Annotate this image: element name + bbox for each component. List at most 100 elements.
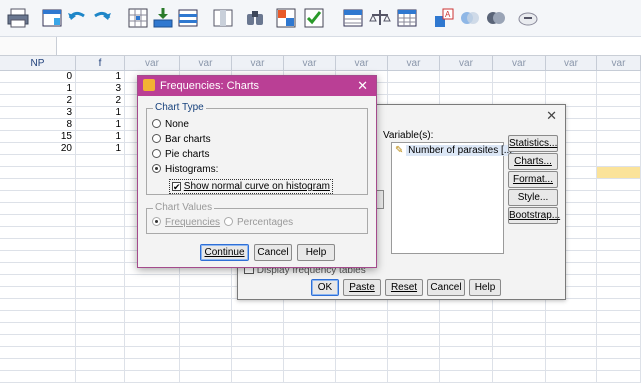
close-icon[interactable]: ✕	[357, 78, 368, 94]
grid-cell[interactable]	[76, 299, 125, 311]
split-file-icon[interactable]	[211, 6, 235, 30]
grid-cell[interactable]	[125, 371, 180, 383]
value-labels-icon[interactable]	[341, 6, 365, 30]
grid-cell[interactable]	[180, 299, 232, 311]
grid-cell[interactable]	[0, 371, 76, 383]
grid-cell[interactable]	[76, 191, 125, 203]
column-header-var[interactable]: var	[232, 56, 284, 71]
show-all-variables-icon[interactable]	[458, 6, 482, 30]
grid-cell[interactable]	[180, 311, 232, 323]
grid-cell[interactable]	[388, 359, 440, 371]
grid-cell[interactable]	[493, 311, 546, 323]
grid-cell[interactable]	[0, 155, 76, 167]
grid-cell[interactable]	[0, 275, 76, 287]
grid-cell[interactable]	[232, 299, 284, 311]
grid-cell[interactable]	[493, 335, 546, 347]
grid-cell[interactable]	[493, 71, 546, 83]
grid-cell[interactable]	[0, 287, 76, 299]
grid-cell[interactable]	[284, 311, 336, 323]
grid-cell[interactable]	[388, 71, 440, 83]
style-button[interactable]: Style...	[508, 189, 558, 206]
grid-cell[interactable]: 3	[0, 107, 76, 119]
insert-variable-icon[interactable]	[176, 6, 200, 30]
grid-cell[interactable]	[440, 323, 493, 335]
grid-cell[interactable]	[597, 335, 641, 347]
grid-cell[interactable]	[125, 347, 180, 359]
grid-cell[interactable]	[597, 287, 641, 299]
grid-cell[interactable]	[125, 275, 180, 287]
grid-cell[interactable]	[284, 371, 336, 383]
bootstrap-button[interactable]: Bootstrap...	[508, 207, 560, 224]
radio-pie-charts[interactable]: Pie charts	[152, 148, 209, 161]
grid-cell[interactable]: 1	[0, 83, 76, 95]
grid-cell[interactable]	[493, 347, 546, 359]
grid-cell[interactable]	[180, 347, 232, 359]
grid-cell[interactable]	[440, 347, 493, 359]
grid-cell[interactable]	[284, 335, 336, 347]
grid-cell[interactable]	[597, 371, 641, 383]
grid-cell[interactable]	[76, 155, 125, 167]
grid-cell[interactable]	[388, 323, 440, 335]
paste-button[interactable]: Paste	[343, 279, 381, 296]
grid-cell[interactable]	[388, 83, 440, 95]
grid-cell[interactable]	[336, 359, 388, 371]
grid-cell[interactable]	[76, 215, 125, 227]
grid-cell[interactable]	[493, 323, 546, 335]
grid-cell[interactable]: 1	[76, 71, 125, 83]
grid-cell[interactable]: 20	[0, 143, 76, 155]
grid-cell[interactable]: 0	[0, 71, 76, 83]
column-header-np[interactable]: NP	[0, 56, 76, 71]
grid-cell[interactable]	[76, 323, 125, 335]
grid-cell[interactable]	[440, 335, 493, 347]
grid-cell[interactable]	[336, 299, 388, 311]
grid-icon[interactable]	[395, 6, 419, 30]
grid-cell[interactable]	[546, 359, 597, 371]
grid-cell[interactable]	[388, 311, 440, 323]
grid-cell[interactable]	[597, 227, 641, 239]
grid-cell[interactable]	[440, 299, 493, 311]
grid-cell[interactable]	[0, 167, 76, 179]
grid-cell[interactable]	[76, 275, 125, 287]
grid-cell[interactable]: 3	[76, 83, 125, 95]
column-header-var[interactable]: var	[597, 56, 641, 71]
column-header-var[interactable]: var	[180, 56, 232, 71]
grid-cell[interactable]	[284, 323, 336, 335]
grid-cell[interactable]	[76, 287, 125, 299]
cancel-button[interactable]: Cancel	[254, 244, 292, 261]
grid-cell[interactable]	[388, 335, 440, 347]
charts-dialog-titlebar[interactable]: Frequencies: Charts ✕	[138, 76, 376, 96]
grid-cell[interactable]	[76, 239, 125, 251]
grid-cell[interactable]	[388, 371, 440, 383]
grid-cell[interactable]	[546, 323, 597, 335]
grid-cell[interactable]	[546, 371, 597, 383]
grid-cell[interactable]	[597, 95, 641, 107]
column-header-var[interactable]: var	[546, 56, 597, 71]
column-header-var[interactable]: var	[388, 56, 440, 71]
grid-cell[interactable]	[546, 299, 597, 311]
grid-cell[interactable]	[76, 311, 125, 323]
grid-cell[interactable]	[493, 359, 546, 371]
grid-cell[interactable]: 1	[76, 107, 125, 119]
grid-cell[interactable]	[336, 323, 388, 335]
grid-cell[interactable]	[76, 335, 125, 347]
grid-cell[interactable]	[76, 179, 125, 191]
cancel-button[interactable]: Cancel	[427, 279, 465, 296]
radio-none[interactable]: None	[152, 118, 189, 131]
grid-cell[interactable]	[597, 299, 641, 311]
grid-cell[interactable]	[597, 131, 641, 143]
grid-cell[interactable]	[0, 263, 76, 275]
continue-button[interactable]: Continue	[200, 244, 249, 261]
ok-button[interactable]: OK	[311, 279, 339, 296]
grid-cell[interactable]	[232, 311, 284, 323]
close-icon[interactable]: ✕	[546, 108, 557, 124]
grid-cell[interactable]	[0, 347, 76, 359]
grid-cell[interactable]	[597, 359, 641, 371]
redo-icon[interactable]	[90, 6, 114, 30]
grid-cell[interactable]	[597, 143, 641, 155]
reset-button[interactable]: Reset	[385, 279, 423, 296]
grid-cell[interactable]	[440, 71, 493, 83]
cell-reference-box[interactable]	[0, 37, 57, 55]
grid-cell[interactable]	[180, 335, 232, 347]
grid-cell[interactable]: 1	[76, 131, 125, 143]
grid-cell[interactable]	[284, 359, 336, 371]
